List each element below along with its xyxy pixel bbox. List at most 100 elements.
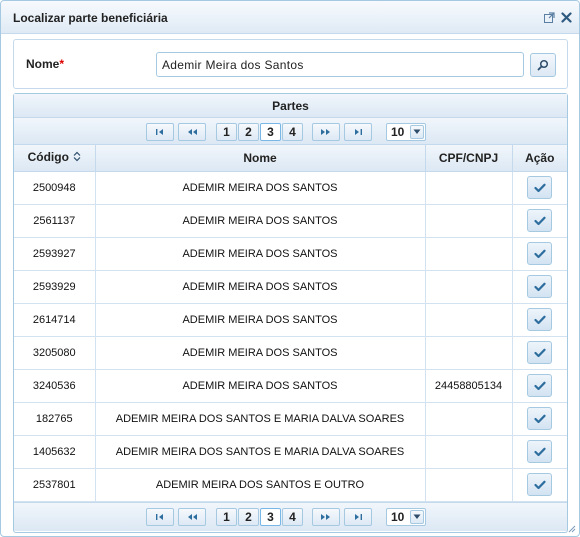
cell-action xyxy=(511,401,567,436)
table-row: 1405632 ADEMIR MEIRA DOS SANTOS E MARIA D… xyxy=(14,434,567,469)
required-mark: * xyxy=(59,57,65,71)
column-header-doc: CPF/CNPJ xyxy=(424,145,513,172)
cell-name: ADEMIR MEIRA DOS SANTOS xyxy=(94,269,426,304)
cell-action xyxy=(511,236,567,271)
grid-caption: Partes xyxy=(14,94,567,118)
dialog-title: Localizar parte beneficiária xyxy=(13,11,168,25)
select-row-button[interactable] xyxy=(527,242,553,265)
resize-grip-icon[interactable] xyxy=(568,525,576,533)
check-icon xyxy=(534,216,546,225)
rows-per-page-select[interactable]: 10 xyxy=(386,123,426,141)
page-button-3[interactable]: 3 xyxy=(260,507,281,526)
table-row: 2537801 ADEMIR MEIRA DOS SANTOS E OUTRO xyxy=(14,467,567,502)
check-icon xyxy=(534,315,546,324)
cell-action xyxy=(511,170,567,205)
cell-code: 2561137 xyxy=(14,203,96,238)
cell-code: 2614714 xyxy=(14,302,96,337)
select-row-button[interactable] xyxy=(527,275,553,298)
last-page-button[interactable] xyxy=(344,123,372,141)
cell-code: 3240536 xyxy=(14,368,96,403)
chevron-down-icon xyxy=(410,509,424,524)
last-page-icon xyxy=(355,513,362,520)
cell-code: 1405632 xyxy=(14,434,96,469)
page-button-1[interactable]: 1 xyxy=(216,123,237,141)
cell-action xyxy=(511,467,567,502)
page-button-4[interactable]: 4 xyxy=(282,123,303,141)
first-page-icon xyxy=(156,129,163,135)
check-icon xyxy=(534,414,546,423)
chevron-down-icon xyxy=(410,125,424,139)
table-row: 3240536 ADEMIR MEIRA DOS SANTOS 2445880513… xyxy=(14,368,567,403)
page-button-2[interactable]: 2 xyxy=(238,123,259,141)
page-button-2[interactable]: 2 xyxy=(238,507,259,526)
parties-table: Código Nome CPF/CNPJ Ação 2500948 ADEMIR … xyxy=(14,145,567,502)
check-icon xyxy=(534,381,546,390)
last-page-button[interactable] xyxy=(344,507,372,526)
search-form: Nome* xyxy=(13,39,568,89)
page-button-3[interactable]: 3 xyxy=(260,123,281,141)
rows-per-page-value: 10 xyxy=(391,509,405,524)
cell-doc xyxy=(424,203,513,238)
cell-code: 2537801 xyxy=(14,467,96,502)
close-icon[interactable] xyxy=(558,9,574,25)
column-header-code[interactable]: Código xyxy=(14,145,96,172)
paginator-bottom: 1 2 3 4 10 xyxy=(14,501,567,531)
select-row-button[interactable] xyxy=(527,308,553,331)
table-row: 2593927 ADEMIR MEIRA DOS SANTOS xyxy=(14,236,567,271)
select-row-button[interactable] xyxy=(527,440,553,463)
name-input[interactable] xyxy=(156,52,524,77)
cell-doc: 24458805134 xyxy=(424,368,513,403)
table-row: 2500948 ADEMIR MEIRA DOS SANTOS xyxy=(14,170,567,205)
table-header-row: Código Nome CPF/CNPJ Ação xyxy=(14,145,567,172)
name-label: Nome* xyxy=(26,57,65,71)
rows-per-page-value: 10 xyxy=(391,125,405,139)
cell-action xyxy=(511,269,567,304)
cell-code: 3205080 xyxy=(14,335,96,370)
first-page-button[interactable] xyxy=(146,507,174,526)
check-icon xyxy=(534,183,546,192)
select-row-button[interactable] xyxy=(527,407,553,430)
select-row-button[interactable] xyxy=(527,209,553,232)
select-row-button[interactable] xyxy=(527,374,553,397)
prev-page-button[interactable] xyxy=(178,507,206,526)
prev-page-icon xyxy=(188,129,197,135)
sort-icon xyxy=(73,151,81,165)
paginator-top: 1 2 3 4 10 xyxy=(14,118,567,145)
next-page-icon xyxy=(321,513,330,520)
next-page-button[interactable] xyxy=(312,123,340,141)
rows-per-page-select[interactable]: 10 xyxy=(386,507,426,526)
cell-action xyxy=(511,335,567,370)
table-row: 3205080 ADEMIR MEIRA DOS SANTOS xyxy=(14,335,567,370)
table-row: 182765 ADEMIR MEIRA DOS SANTOS E MARIA DA… xyxy=(14,401,567,436)
cell-action xyxy=(511,203,567,238)
search-button[interactable] xyxy=(530,53,556,77)
first-page-button[interactable] xyxy=(146,123,174,141)
cell-doc xyxy=(424,401,513,436)
table-row: 2561137 ADEMIR MEIRA DOS SANTOS xyxy=(14,203,567,238)
check-icon xyxy=(534,480,546,489)
check-icon xyxy=(534,282,546,291)
column-header-name: Nome xyxy=(94,145,426,172)
check-icon xyxy=(534,348,546,357)
next-page-button[interactable] xyxy=(312,507,340,526)
select-row-button[interactable] xyxy=(527,473,553,496)
cell-doc xyxy=(424,434,513,469)
cell-name: ADEMIR MEIRA DOS SANTOS xyxy=(94,368,426,403)
last-page-icon xyxy=(355,129,362,135)
next-page-icon xyxy=(321,129,330,135)
page-button-4[interactable]: 4 xyxy=(282,507,303,526)
cell-doc xyxy=(424,269,513,304)
page-button-1[interactable]: 1 xyxy=(216,507,237,526)
popout-icon[interactable] xyxy=(541,9,557,25)
cell-doc xyxy=(424,467,513,502)
cell-code: 2593927 xyxy=(14,236,96,271)
dialog-titlebar[interactable]: Localizar parte beneficiária xyxy=(1,1,579,34)
select-row-button[interactable] xyxy=(527,176,553,199)
prev-page-button[interactable] xyxy=(178,123,206,141)
cell-doc xyxy=(424,302,513,337)
select-row-button[interactable] xyxy=(527,341,553,364)
table-row: 2614714 ADEMIR MEIRA DOS SANTOS xyxy=(14,302,567,337)
cell-name: ADEMIR MEIRA DOS SANTOS E MARIA DALVA SO… xyxy=(94,434,426,469)
parties-grid: Partes 1 2 3 4 10 Código Nome CPF/CNPJ A… xyxy=(13,93,568,533)
prev-page-icon xyxy=(188,513,197,520)
